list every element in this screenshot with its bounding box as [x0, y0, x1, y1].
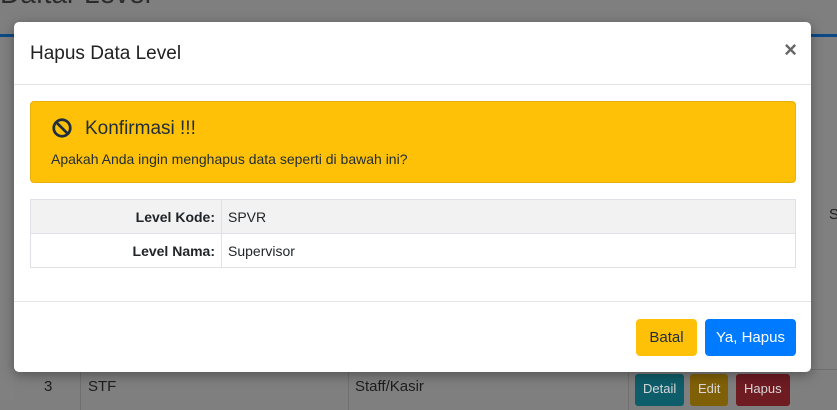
row-number: 3 [44, 378, 53, 395]
column-divider [80, 370, 81, 410]
table-row: Level Kode: SPVR [30, 199, 796, 234]
level-nama-label: Level Nama: [30, 233, 222, 268]
close-button[interactable]: × [784, 38, 797, 62]
column-divider [348, 370, 349, 410]
confirm-delete-button[interactable]: Ya, Hapus [705, 319, 796, 356]
delete-modal: Hapus Data Level × Konfirmasi !!! Apakah… [14, 22, 811, 372]
table-row: 3 STF Staff/Kasir Detail Edit Hapus [14, 369, 837, 410]
level-kode-label: Level Kode: [30, 199, 222, 234]
page-title: Daftar Level [0, 0, 151, 10]
alert-text: Apakah Anda ingin menghapus data seperti… [51, 151, 408, 167]
column-divider [628, 370, 629, 410]
table-row: Level Nama: Supervisor [30, 233, 796, 268]
modal-title: Hapus Data Level [30, 43, 182, 64]
ban-icon [52, 118, 72, 138]
detail-table: Level Kode: SPVR Level Nama: Supervisor [30, 199, 796, 268]
delete-button[interactable]: Hapus [736, 374, 790, 406]
edit-button[interactable]: Edit [690, 374, 729, 406]
table-header-cut: S [829, 206, 837, 223]
modal-header: Hapus Data Level × [14, 22, 811, 85]
detail-button[interactable]: Detail [635, 374, 685, 406]
level-nama-value: Supervisor [221, 233, 796, 268]
level-kode-value: SPVR [221, 199, 796, 234]
modal-footer: Batal Ya, Hapus [14, 301, 811, 372]
row-nama: Staff/Kasir [355, 378, 424, 395]
alert-heading: Konfirmasi !!! [85, 118, 196, 139]
row-kode: STF [88, 378, 117, 395]
cancel-button[interactable]: Batal [636, 319, 697, 356]
warning-alert: Konfirmasi !!! Apakah Anda ingin menghap… [30, 101, 796, 183]
